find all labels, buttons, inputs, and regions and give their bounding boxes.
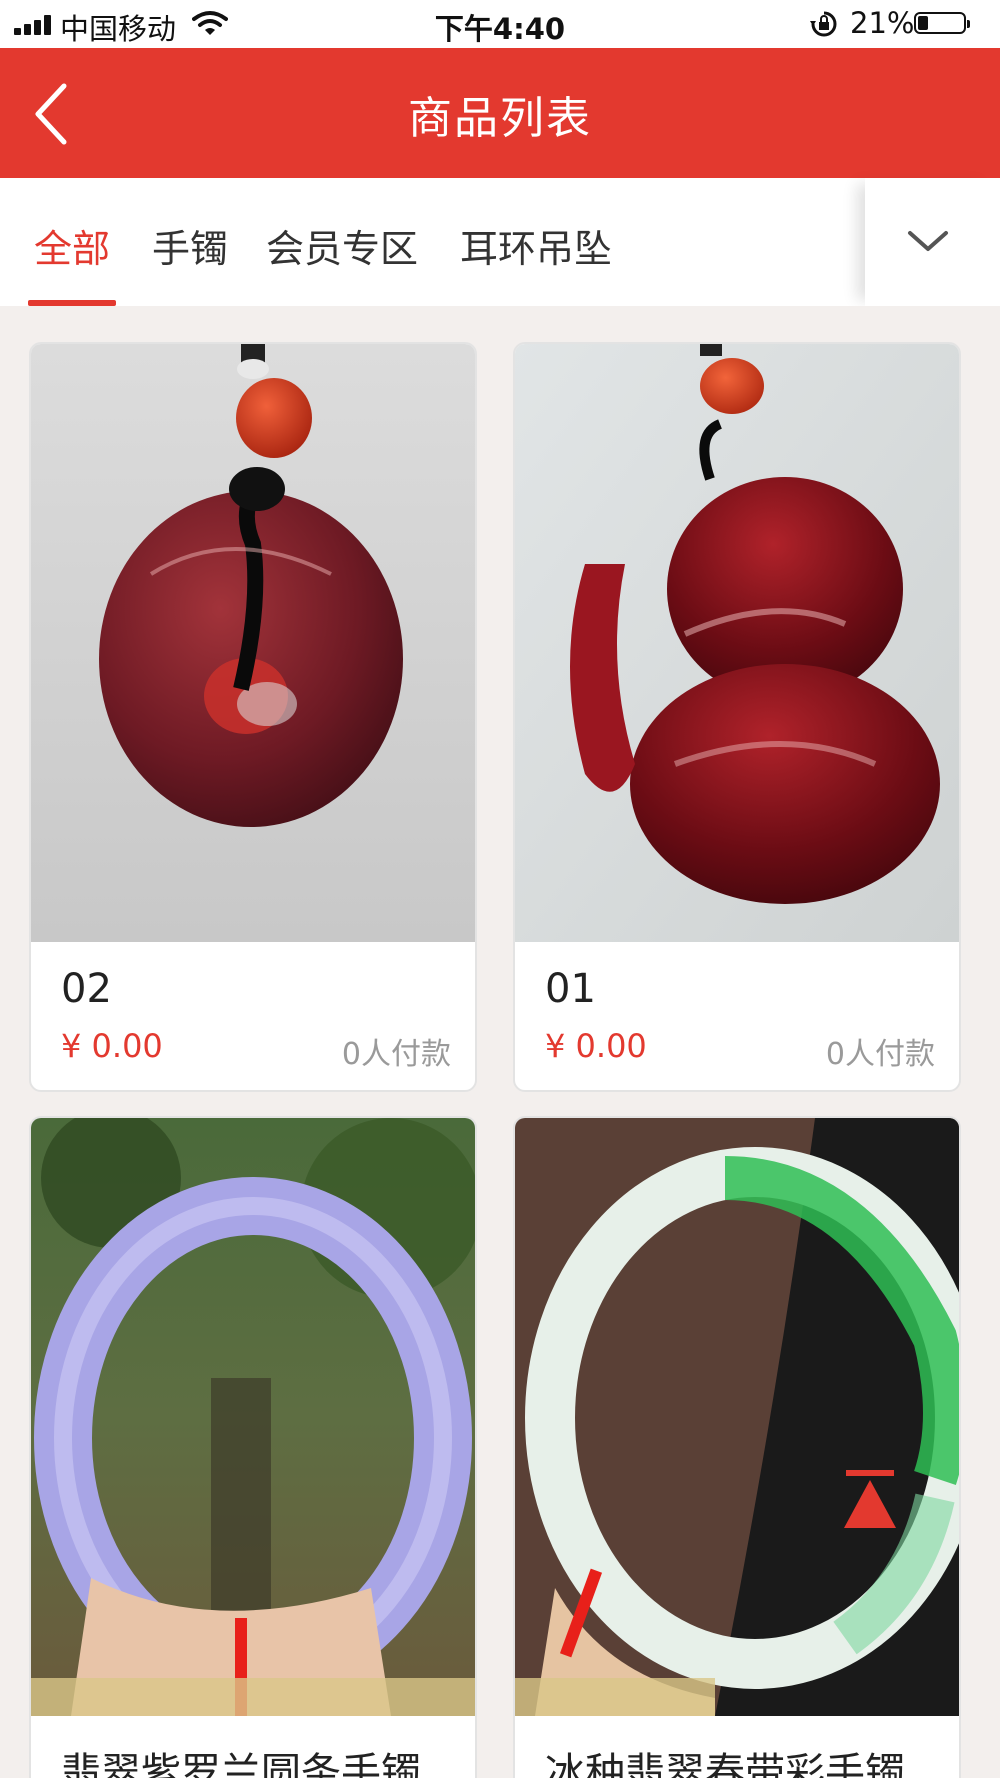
- tab-all[interactable]: 全部: [34, 218, 110, 273]
- product-price: ¥ 0.00: [61, 1027, 163, 1065]
- tab-member-zone[interactable]: 会员专区: [266, 218, 418, 273]
- product-card[interactable]: 01 ¥ 0.00 0人付款: [513, 342, 961, 1092]
- product-grid: 02 ¥ 0.00 0人付款 01 ¥ 0.00 0人付款 翡翠紫罗兰圆条手镯 …: [0, 330, 1000, 1778]
- product-name: 02: [61, 966, 112, 1012]
- product-card[interactable]: 02 ¥ 0.00 0人付款: [29, 342, 477, 1092]
- product-image: [31, 1118, 475, 1716]
- divider: [0, 306, 1000, 330]
- product-sales-count: 0人付款: [825, 1037, 935, 1072]
- product-price: ¥ 0.00: [545, 1027, 647, 1065]
- product-image: [515, 1118, 959, 1716]
- back-to-top-icon[interactable]: [842, 1470, 898, 1530]
- category-tabs: 全部 手镯 会员专区 耳环吊坠: [0, 178, 1000, 306]
- page-title: 商品列表: [408, 93, 592, 144]
- status-bar: 中国移动 下午4:40 21%: [0, 0, 1000, 48]
- tab-earrings-pendants[interactable]: 耳环吊坠: [460, 218, 612, 273]
- tab-bangles[interactable]: 手镯: [152, 218, 228, 273]
- nav-header: 商品列表: [0, 48, 1000, 178]
- product-image: [515, 344, 959, 942]
- product-name: 翡翠紫罗兰圆条手镯: [61, 1750, 421, 1778]
- product-image: [31, 344, 475, 942]
- rotation-lock-icon: [810, 11, 837, 37]
- product-card[interactable]: 翡翠紫罗兰圆条手镯: [29, 1116, 477, 1778]
- product-card[interactable]: 冰种翡翠春带彩手镯: [513, 1116, 961, 1778]
- product-name: 冰种翡翠春带彩手镯: [545, 1750, 905, 1778]
- battery-percentage: 21%: [850, 6, 915, 40]
- chevron-down-icon: [908, 231, 948, 251]
- product-name: 01: [545, 966, 596, 1012]
- product-sales-count: 0人付款: [341, 1037, 451, 1072]
- battery-icon: [914, 12, 970, 34]
- expand-categories-button[interactable]: [865, 178, 1000, 306]
